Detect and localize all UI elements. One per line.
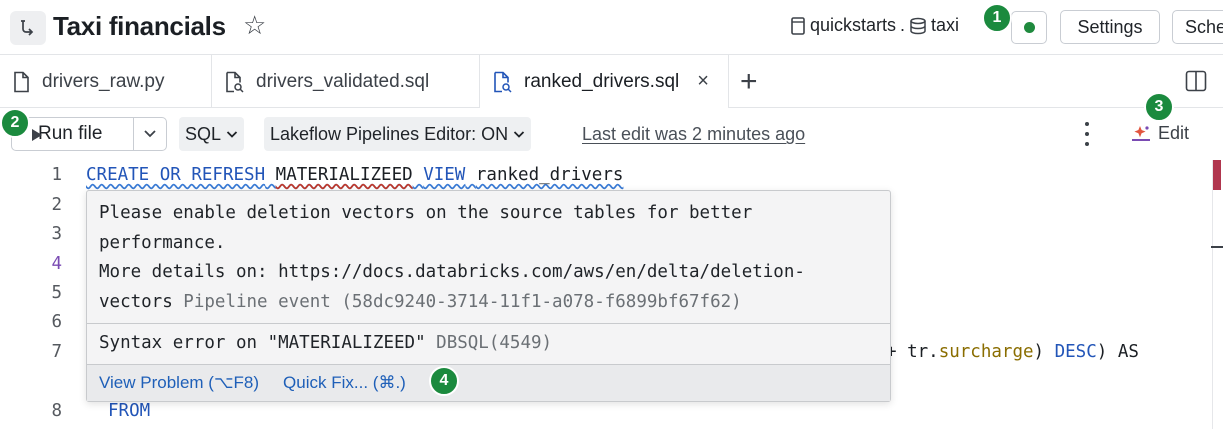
code-punctuation: ) AS [1096,342,1139,362]
message-line: More details on: https://docs.databricks… [99,262,805,282]
code-keyword: DESC [1054,342,1097,362]
status-dot-icon [1023,22,1035,33]
chevron-down-icon [513,130,525,138]
tab-drivers-raw[interactable]: drivers_raw.py [0,55,212,108]
catalog-name: quickstarts [810,15,897,35]
line-number: 6 [51,312,62,332]
editor-mode-label: Lakeflow Pipelines Editor: ON [270,123,509,144]
code-line-8: FROM [108,401,150,421]
pipeline-status-button[interactable] [1011,11,1047,44]
step-badge: 4 [429,366,459,396]
message-text: vectors [99,291,173,312]
settings-button[interactable]: Settings [1060,10,1160,44]
add-tab-icon[interactable]: + [740,65,758,99]
more-options-icon[interactable] [1084,122,1090,146]
divider [87,323,890,324]
language-label: SQL [185,123,222,144]
close-icon[interactable]: × [697,70,709,93]
sparkle-icon [1132,125,1150,141]
code-keyword: FROM [108,401,151,421]
schedule-button[interactable]: Sche [1172,10,1223,44]
cursor-scroll-marker [1211,246,1223,248]
message-line: Please enable deletion vectors on the so… [99,203,753,223]
line-number: 4 [51,254,62,274]
code-field: surcharge [938,342,1034,362]
chevron-down-icon [144,130,156,138]
diagnostic-hover-popup: Please enable deletion vectors on the so… [86,190,891,402]
step-badge: 1 [982,3,1012,33]
star-icon[interactable]: ☆ [243,10,266,41]
tab-drivers-validated[interactable]: drivers_validated.sql [212,55,480,108]
message-line: Syntax error on "MATERIALIZEED" DBSQL(45… [99,329,878,359]
tab-label: drivers_raw.py [42,70,165,92]
tab-label: ranked_drivers.sql [524,70,680,92]
line-number: 5 [51,283,62,303]
sql-file-icon [226,71,244,93]
line-number: 2 [51,195,62,215]
tab-label: drivers_validated.sql [256,70,430,92]
step-badge: 3 [1144,92,1174,122]
language-selector[interactable]: SQL [179,117,245,151]
play-icon [32,129,42,141]
ai-edit-button[interactable]: Edit [1130,123,1189,144]
view-problem-link[interactable]: View Problem (⌥F8) [99,373,259,393]
warning-message: Please enable deletion vectors on the so… [99,199,878,317]
quick-fix-link[interactable]: Quick Fix... (⌘.) [283,373,406,393]
schema-name: taxi [931,15,960,35]
message-line: performance. [99,232,226,253]
panel-toggle-icon[interactable] [1185,70,1207,92]
code-punctuation: ) [1033,342,1055,362]
code-line-7: + tr.surcharge) DESC) AS [886,342,1139,362]
code-keyword: VIEW [423,165,466,185]
sql-file-icon [494,71,512,93]
code-error-token: MATERIALIZEED [275,165,413,185]
catalog-separator: . [900,15,906,35]
event-source: Pipeline event (58dc9240-3714-11f1-a078-… [172,291,742,312]
page-title: Taxi financials [53,11,226,41]
code-identifier: tr. [907,342,939,362]
header: Taxi financials ☆ quickstarts. taxi Sett… [0,0,1223,54]
line-number: 8 [51,401,62,421]
edit-label: Edit [1158,123,1190,143]
catalog-schema-selector[interactable]: quickstarts. taxi [790,15,959,36]
code-keyword: CREATE OR REFRESH [86,165,266,185]
code-line-1: CREATE OR REFRESH MATERIALIZEED VIEW ran… [86,165,623,185]
run-label: Run file [38,123,103,144]
editor-scrollbar[interactable] [1212,160,1213,429]
line-number: 7 [51,342,62,362]
tab-ranked-drivers[interactable]: ranked_drivers.sql × [480,55,729,108]
chevron-down-icon [226,130,238,138]
message-line: vectors Pipeline event (58dc9240-3714-11… [99,288,878,318]
database-icon [910,17,926,34]
line-number: 1 [51,165,62,185]
last-edit-link[interactable]: Last edit was 2 minutes ago [582,124,805,145]
error-code: DBSQL(4549) [425,333,553,353]
pipeline-icon[interactable] [10,11,46,45]
error-scroll-marker [1213,160,1221,190]
file-icon [14,71,29,92]
editor-toolbar: Run file SQL Lakeflow Pipelines Editor: … [0,108,1223,160]
error-message: Syntax error on "MATERIALIZEED" DBSQL(45… [99,329,878,359]
editor-mode-selector[interactable]: Lakeflow Pipelines Editor: ON [264,117,532,151]
hover-actions: View Problem (⌥F8) Quick Fix... (⌘.) [87,364,890,401]
run-options-dropdown[interactable] [134,118,166,150]
file-tabs: drivers_raw.py drivers_validated.sql ran… [0,54,1223,108]
step-badge: 2 [0,108,30,138]
error-text: Syntax error on "MATERIALIZEED" [99,333,426,353]
code-identifier: ranked_drivers [475,165,624,185]
line-number: 3 [51,224,62,244]
catalog-icon [791,16,805,35]
